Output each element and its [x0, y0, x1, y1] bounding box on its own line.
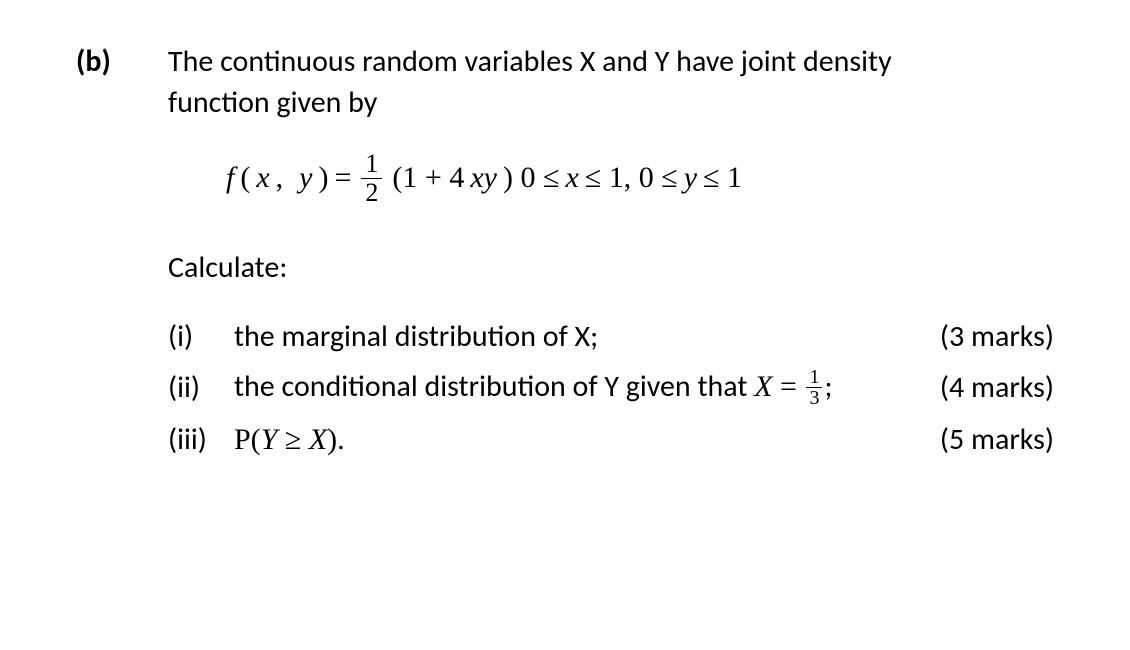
item-iii-marks: (5 marks) — [904, 420, 1054, 461]
item-ii-suffix: ; — [824, 368, 832, 405]
calculate-heading: Calculate: — [168, 248, 1054, 289]
roman-ii: (ii) — [168, 368, 234, 409]
frac-sm-den: 3 — [806, 387, 822, 408]
question-body: The continuous random variables X and Y … — [168, 42, 1054, 470]
subquestion-list: (i) the marginal distribution of X; (3 m… — [168, 317, 1054, 461]
fraction-one-third: 13 — [806, 367, 822, 408]
f-symbol: f — [226, 158, 234, 199]
item-ii-marks: (4 marks) — [904, 368, 1054, 409]
comma: , — [276, 158, 284, 199]
y-var: y — [684, 158, 697, 199]
item-i: (i) the marginal distribution of X; (3 m… — [168, 317, 1054, 358]
range-end: ≤ 1 — [703, 158, 742, 199]
poly-open: (1 + 4 — [392, 158, 464, 199]
question-row: (b) The continuous random variables X an… — [76, 42, 1054, 470]
question-block: (b) The continuous random variables X an… — [0, 0, 1130, 470]
item-iii-math: P(Y ≥ X). — [234, 423, 345, 456]
y-arg: y — [299, 158, 312, 199]
x-var: x — [565, 158, 578, 199]
joint-density-formula: f(x,y) = 1 2 (1 + 4xy ) 0 ≤ x ≤ 1, 0 ≤ y… — [226, 151, 1054, 206]
item-i-text: the marginal distribution of X; — [234, 317, 904, 358]
intro-line-1: The continuous random variables X and Y … — [168, 43, 892, 80]
equals: = — [335, 158, 352, 199]
frac-sm-num: 1 — [806, 367, 822, 387]
roman-i: (i) — [168, 317, 234, 358]
item-ii: (ii) the conditional distribution of Y g… — [168, 367, 1054, 410]
item-ii-prefix: the conditional distribution of Y given … — [234, 368, 754, 405]
X-var: X — [754, 370, 772, 403]
item-iii-text: P(Y ≥ X). — [234, 420, 904, 461]
item-ii-text: the conditional distribution of Y given … — [234, 367, 904, 410]
xy-term: xy — [470, 158, 497, 199]
close-paren: ) — [319, 158, 329, 199]
intro-line-2: function given by — [168, 84, 377, 121]
item-i-marks: (3 marks) — [904, 317, 1054, 358]
x-arg: x — [256, 158, 269, 199]
frac-num: 1 — [361, 151, 382, 178]
intro-text: The continuous random variables X and Y … — [168, 42, 1054, 123]
item-iii: (iii) P(Y ≥ X). (5 marks) — [168, 420, 1054, 461]
range-mid: ≤ 1, 0 ≤ — [585, 158, 678, 199]
poly-close-range1: ) 0 ≤ — [503, 158, 559, 199]
eq-sign: = — [773, 370, 805, 403]
frac-den: 2 — [361, 178, 382, 206]
roman-iii: (iii) — [168, 420, 234, 461]
open-paren: ( — [240, 158, 250, 199]
question-label: (b) — [76, 42, 168, 83]
fraction-half: 1 2 — [361, 151, 382, 206]
